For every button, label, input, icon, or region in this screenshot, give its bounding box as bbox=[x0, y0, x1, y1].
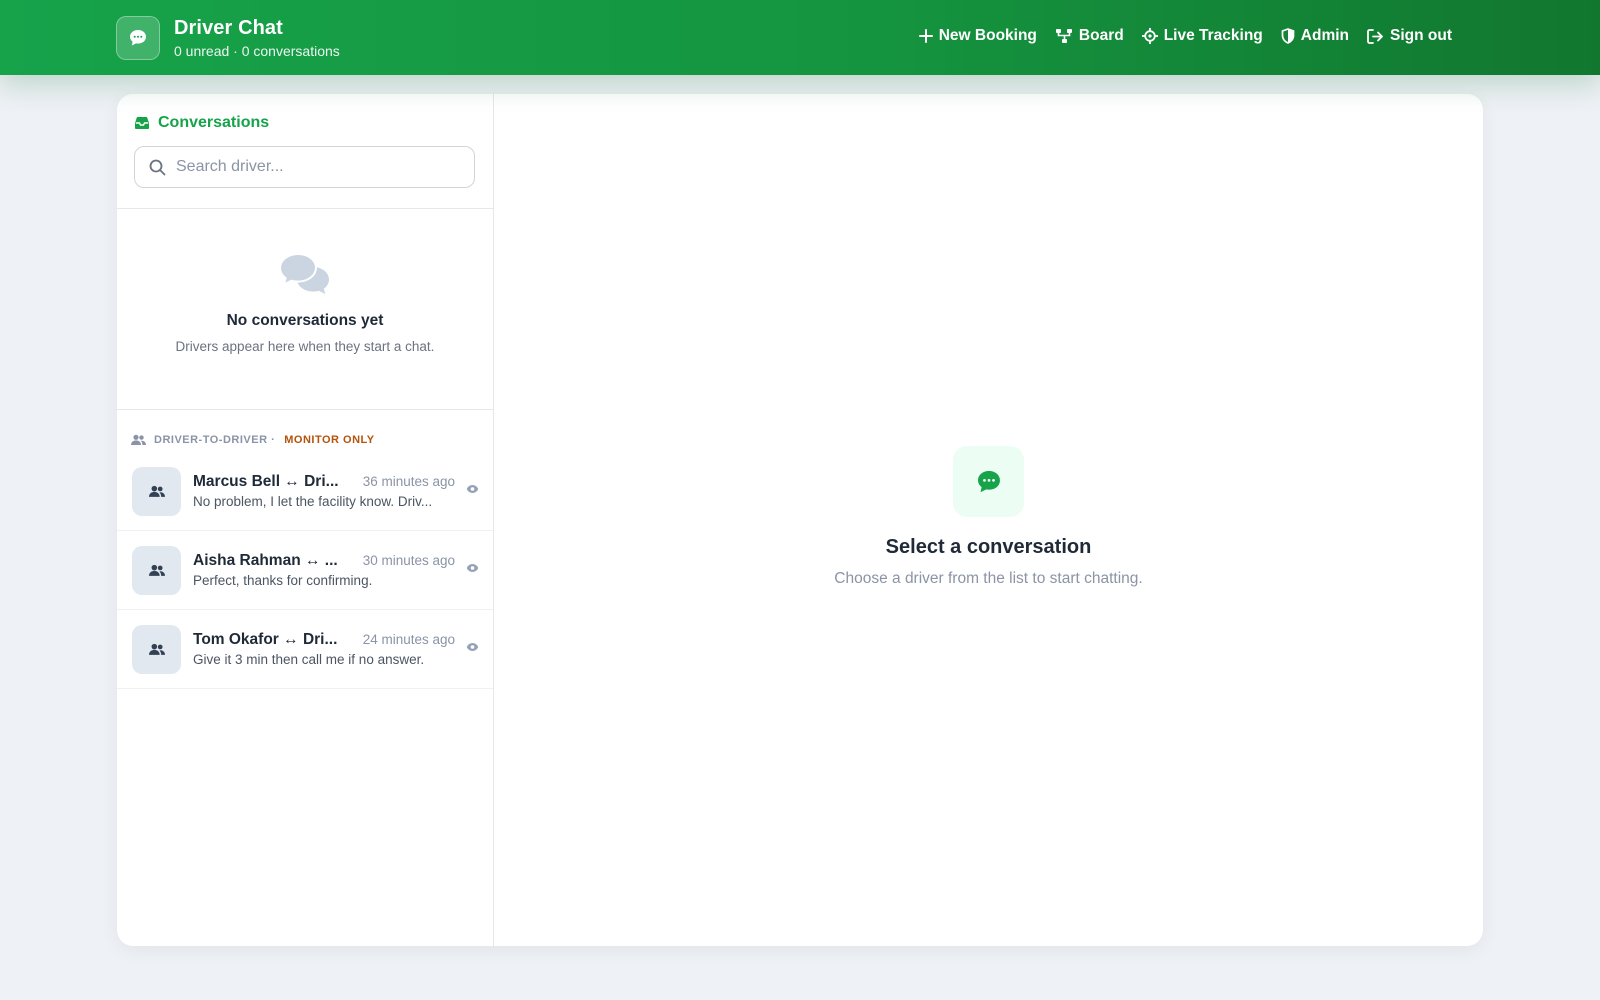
search-input[interactable] bbox=[176, 158, 456, 176]
sign-out-icon bbox=[1367, 28, 1383, 44]
list-item[interactable]: Aisha Rahman ↔ ... 30 minutes ago Perfec… bbox=[117, 531, 493, 610]
users-icon bbox=[148, 564, 165, 576]
conversation-preview: Perfect, thanks for confirming. bbox=[193, 573, 373, 588]
chat-pane: Select a conversation Choose a driver fr… bbox=[494, 94, 1483, 946]
new-booking-label: New Booking bbox=[938, 27, 1037, 44]
users-icon bbox=[131, 434, 146, 445]
app-subtitle: 0 unread · 0 conversations bbox=[174, 43, 340, 59]
driver-to-driver-list: Marcus Bell ↔ Dri... 36 minutes ago No p… bbox=[117, 452, 493, 689]
conversation-preview: Give it 3 min then call me if no answer. bbox=[193, 652, 425, 667]
select-subtitle: Choose a driver from the list to start c… bbox=[834, 570, 1143, 587]
chat-bubble-icon bbox=[953, 446, 1024, 517]
list-item[interactable]: Marcus Bell ↔ Dri... 36 minutes ago No p… bbox=[117, 452, 493, 531]
shield-icon bbox=[1281, 28, 1295, 44]
live-tracking-label: Live Tracking bbox=[1163, 27, 1263, 44]
conversation-name: Aisha Rahman ↔ ... bbox=[193, 552, 338, 569]
section-label-text: DRIVER-TO-DRIVER · bbox=[154, 434, 276, 446]
crosshair-icon bbox=[1141, 28, 1158, 44]
top-nav: New Booking Board Live Tracking Admin Si… bbox=[918, 27, 1452, 45]
chat-bubbles-icon bbox=[279, 253, 329, 294]
chat-bubble-icon bbox=[116, 16, 160, 60]
eye-icon bbox=[466, 643, 479, 651]
conversation-time: 24 minutes ago bbox=[362, 632, 455, 647]
conversations-title: Conversations bbox=[158, 114, 270, 131]
new-booking-link[interactable]: New Booking bbox=[918, 27, 1037, 45]
board-label: Board bbox=[1078, 27, 1124, 44]
avatar bbox=[132, 545, 181, 595]
search-icon bbox=[149, 159, 166, 175]
chat-card: Conversations No conversations yet Drive… bbox=[117, 94, 1483, 946]
admin-label: Admin bbox=[1300, 27, 1349, 44]
avatar bbox=[132, 624, 181, 674]
list-item[interactable]: Tom Okafor ↔ Dri... 24 minutes ago Give … bbox=[117, 610, 493, 689]
monitor-only-badge: MONITOR ONLY bbox=[284, 434, 375, 446]
select-conversation-placeholder: Select a conversation Choose a driver fr… bbox=[494, 446, 1483, 588]
conversation-preview: No problem, I let the facility know. Dri… bbox=[193, 494, 433, 509]
conversations-heading: Conversations bbox=[134, 114, 476, 132]
admin-link[interactable]: Admin bbox=[1281, 27, 1349, 45]
conversation-name: Tom Okafor ↔ Dri... bbox=[193, 631, 338, 648]
users-icon bbox=[148, 485, 165, 497]
eye-icon bbox=[466, 564, 479, 572]
plus-icon bbox=[918, 29, 933, 43]
conversation-time: 36 minutes ago bbox=[362, 474, 455, 489]
conversation-name: Marcus Bell ↔ Dri... bbox=[193, 473, 339, 490]
users-icon bbox=[148, 643, 165, 655]
select-title: Select a conversation bbox=[885, 536, 1092, 558]
empty-subtitle: Drivers appear here when they start a ch… bbox=[175, 339, 435, 354]
avatar bbox=[132, 466, 181, 516]
driver-to-driver-section: DRIVER-TO-DRIVER · MONITOR ONLY bbox=[117, 410, 493, 452]
sign-out-label: Sign out bbox=[1390, 27, 1452, 44]
live-tracking-link[interactable]: Live Tracking bbox=[1141, 27, 1263, 45]
board-icon bbox=[1055, 29, 1072, 43]
board-link[interactable]: Board bbox=[1055, 27, 1124, 45]
search-box[interactable] bbox=[134, 146, 475, 188]
empty-title: No conversations yet bbox=[226, 312, 384, 329]
conversation-sidebar: Conversations No conversations yet Drive… bbox=[117, 94, 494, 946]
app-title: Driver Chat bbox=[174, 17, 283, 39]
top-bar: Driver Chat 0 unread · 0 conversations N… bbox=[0, 0, 1600, 75]
eye-icon bbox=[466, 485, 479, 493]
empty-conversations: No conversations yet Drivers appear here… bbox=[117, 209, 493, 410]
conversation-time: 30 minutes ago bbox=[362, 553, 455, 568]
inbox-icon bbox=[135, 117, 149, 129]
brand: Driver Chat 0 unread · 0 conversations bbox=[116, 16, 340, 60]
sign-out-link[interactable]: Sign out bbox=[1367, 27, 1452, 45]
